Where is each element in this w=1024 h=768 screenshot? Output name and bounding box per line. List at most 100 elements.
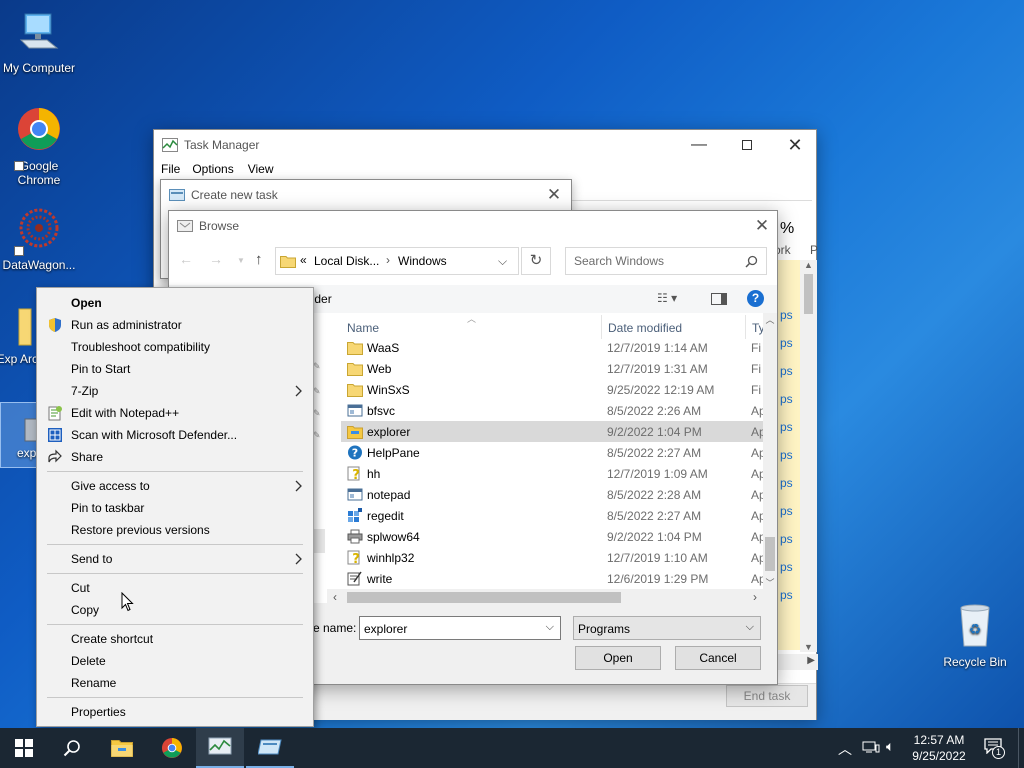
search-button[interactable]: [48, 728, 96, 768]
clock[interactable]: 12:57 AM 9/25/2022: [904, 732, 974, 764]
menu-item-delete[interactable]: Delete: [37, 650, 313, 672]
menu-options[interactable]: Options: [186, 160, 241, 178]
scroll-thumb[interactable]: [347, 592, 621, 603]
file-type: Ap: [751, 403, 763, 418]
network-icon[interactable]: [862, 740, 880, 754]
file-row[interactable]: WaaS 12/7/2019 1:14 AM Fi: [341, 337, 763, 358]
menu-item-copy[interactable]: Copy: [37, 599, 313, 621]
file-type-select[interactable]: Programs ⌵: [573, 616, 761, 640]
forward-button[interactable]: →: [209, 251, 223, 267]
menu-item-run-as-administrator[interactable]: Run as administrator: [37, 314, 313, 336]
menu-item-share[interactable]: Share: [37, 446, 313, 468]
file-row[interactable]: write 12/6/2019 1:29 PM Ap: [341, 568, 763, 589]
menu-item-properties[interactable]: Properties: [37, 701, 313, 723]
cancel-button[interactable]: Cancel: [675, 646, 761, 670]
menu-item-troubleshoot-compatibility[interactable]: Troubleshoot compatibility: [37, 336, 313, 358]
file-row[interactable]: Web 12/7/2019 1:31 AM Fi: [341, 358, 763, 379]
scroll-thumb[interactable]: [804, 274, 813, 314]
column-header-date[interactable]: Date modified: [608, 321, 682, 335]
create-task-titlebar[interactable]: Create new task: [161, 180, 571, 210]
search-input[interactable]: Search Windows: [574, 254, 664, 268]
address-bar[interactable]: « Local Disk... › Windows ⌵: [275, 247, 519, 275]
up-button[interactable]: ↑: [255, 251, 263, 268]
task-row-fragment: ps: [780, 364, 793, 378]
file-row[interactable]: bfsvc 8/5/2022 2:26 AM Ap: [341, 400, 763, 421]
show-desktop-button[interactable]: [1018, 728, 1024, 768]
file-row[interactable]: ? HelpPane 8/5/2022 2:27 AM Ap: [341, 442, 763, 463]
menu-item-send-to[interactable]: Send to: [37, 548, 313, 570]
file-list-hscroll[interactable]: ‹ ›: [327, 589, 763, 606]
volume-icon[interactable]: 🔈︎: [886, 738, 894, 755]
menu-item-rename[interactable]: Rename: [37, 672, 313, 694]
refresh-button[interactable]: ↻: [521, 247, 551, 275]
close-button[interactable]: ✕: [772, 130, 818, 160]
menu-item-scan-with-microsoft-defender[interactable]: Scan with Microsoft Defender...: [37, 424, 313, 446]
preview-pane-icon[interactable]: [711, 293, 727, 305]
address-dropdown-icon[interactable]: ⌵: [498, 254, 507, 269]
menu-item-restore-previous-versions[interactable]: Restore previous versions: [37, 519, 313, 541]
menu-item-label: Delete: [71, 654, 106, 668]
desktop-icon-google-chrome[interactable]: Google Chrome: [0, 106, 78, 187]
column-header-name[interactable]: Name: [347, 321, 379, 335]
start-button[interactable]: [0, 728, 48, 768]
menu-item-pin-to-start[interactable]: Pin to Start: [37, 358, 313, 380]
scroll-up-icon[interactable]: ︿: [763, 313, 777, 326]
search-box[interactable]: Search Windows: [565, 247, 767, 275]
menu-item-label: Rename: [71, 676, 117, 690]
view-options-icon[interactable]: ☷ ▾: [657, 291, 677, 305]
maximize-button[interactable]: [724, 130, 770, 160]
desktop-icon-label: DataWagon...: [2, 258, 76, 272]
menu-item-edit-with-notepad[interactable]: Edit with Notepad++: [37, 402, 313, 424]
breadcrumb-windows[interactable]: Windows: [398, 254, 447, 268]
end-task-button[interactable]: End task: [726, 685, 808, 707]
minimize-button[interactable]: —: [676, 130, 722, 160]
close-button[interactable]: ✕: [537, 180, 571, 210]
action-center-button[interactable]: 1: [982, 738, 1005, 759]
scroll-left-icon[interactable]: ‹: [333, 590, 337, 604]
browse-titlebar[interactable]: Browse: [169, 211, 777, 241]
menu-file[interactable]: File: [160, 160, 186, 178]
desktop-icon-datawagon[interactable]: DataWagon...: [0, 205, 78, 272]
menu-item-pin-to-taskbar[interactable]: Pin to taskbar: [37, 497, 313, 519]
file-row-selected[interactable]: explorer 9/2/2022 1:04 PM Ap: [341, 421, 763, 442]
chevron-down-icon[interactable]: ⌵: [546, 621, 554, 634]
scroll-up-icon[interactable]: ▲: [800, 260, 817, 274]
scroll-thumb[interactable]: [765, 537, 775, 571]
breadcrumb-local-disk[interactable]: Local Disk...: [314, 254, 379, 268]
file-list-vscroll[interactable]: ︿ ﹀: [763, 313, 777, 589]
back-button[interactable]: ←: [179, 251, 193, 267]
taskbar-file-explorer[interactable]: [98, 728, 146, 768]
recent-dropdown-icon[interactable]: ▼: [237, 256, 245, 265]
search-icon[interactable]: [745, 255, 758, 268]
help-icon[interactable]: ?: [747, 290, 764, 307]
menu-item-create-shortcut[interactable]: Create shortcut: [37, 628, 313, 650]
open-button[interactable]: Open: [575, 646, 661, 670]
task-list-scrollbar[interactable]: ▲ ▼: [800, 260, 817, 652]
menu-item-give-access-to[interactable]: Give access to: [37, 475, 313, 497]
close-button[interactable]: ✕: [745, 211, 779, 241]
desktop-icon-my-computer[interactable]: My Computer: [0, 10, 78, 75]
file-row[interactable]: splwow64 9/2/2022 1:04 PM Ap: [341, 526, 763, 547]
file-row[interactable]: ? hh 12/7/2019 1:09 AM Ap: [341, 463, 763, 484]
file-name-input[interactable]: explorer ⌵: [359, 616, 561, 640]
taskbar-run-dialog[interactable]: [246, 728, 294, 768]
task-list-hscroll[interactable]: ▶: [778, 654, 818, 670]
scroll-right-icon[interactable]: ▶: [807, 655, 815, 666]
file-row[interactable]: ? winhlp32 12/7/2019 1:10 AM Ap: [341, 547, 763, 568]
menu-item-open[interactable]: Open: [37, 292, 313, 314]
scroll-down-icon[interactable]: ▼: [800, 642, 817, 652]
file-row[interactable]: WinSxS 9/25/2022 12:19 AM Fi: [341, 379, 763, 400]
menu-item-7-zip[interactable]: 7-Zip: [37, 380, 313, 402]
scroll-down-icon[interactable]: ﹀: [763, 576, 777, 589]
show-hidden-icons-button[interactable]: ︿: [838, 739, 852, 759]
menu-item-cut[interactable]: Cut: [37, 577, 313, 599]
scroll-right-icon[interactable]: ›: [753, 590, 757, 604]
taskbar-task-manager[interactable]: [196, 728, 244, 768]
desktop-icon-recycle-bin[interactable]: ♻ Recycle Bin: [936, 600, 1014, 669]
menu-view[interactable]: View: [242, 160, 280, 178]
taskbar-chrome[interactable]: [148, 728, 196, 768]
file-row[interactable]: regedit 8/5/2022 2:27 AM Ap: [341, 505, 763, 526]
chevron-down-icon[interactable]: ⌵: [746, 621, 754, 634]
column-header-type[interactable]: Ty: [752, 321, 763, 335]
file-row[interactable]: notepad 8/5/2022 2:28 AM Ap: [341, 484, 763, 505]
